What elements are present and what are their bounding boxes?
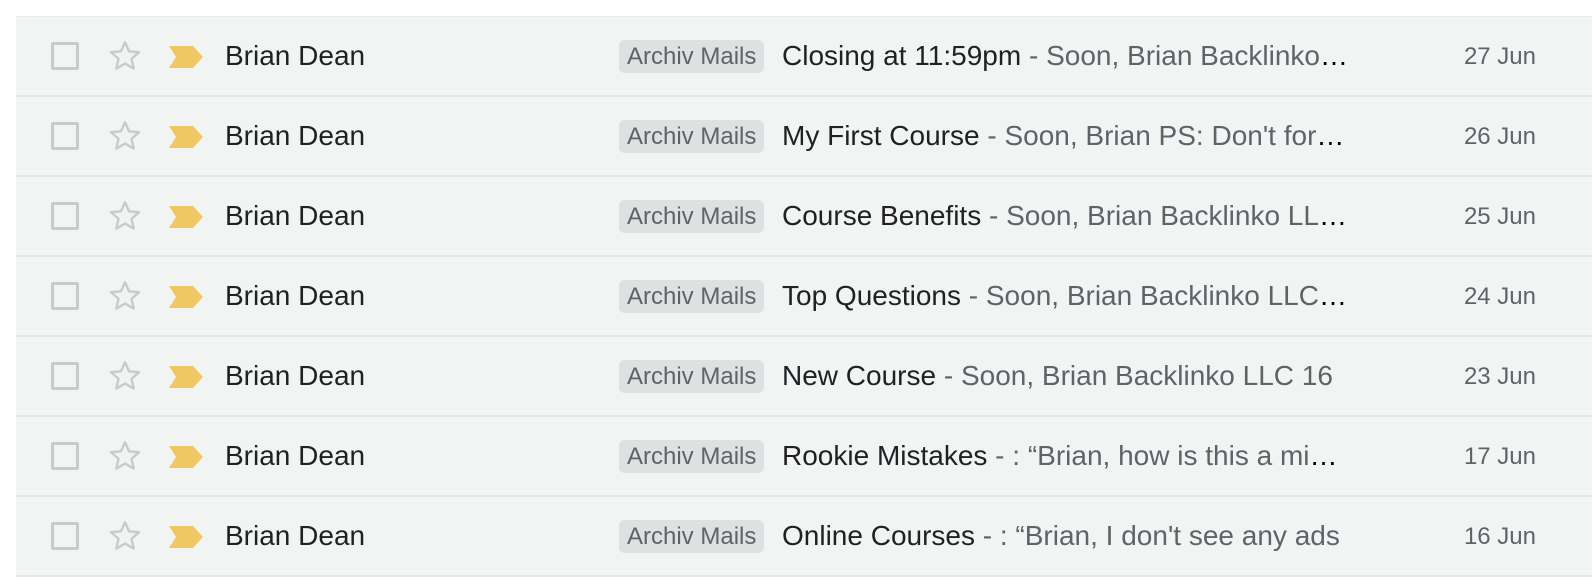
- subject-line: Top Questions - Soon, Brian Backlinko LL…: [782, 280, 1348, 312]
- checkbox-icon[interactable]: [51, 202, 79, 230]
- email-snippet: - Soon, Brian Backlinko LLC 16: [936, 360, 1333, 391]
- sender-name: Brian Dean: [225, 440, 366, 471]
- email-snippet: - Soon, Brian Backlinko LLC 16: [981, 200, 1348, 231]
- email-row[interactable]: Brian Dean Archiv Mails Top Questions - …: [16, 257, 1592, 337]
- email-list: Brian Dean Archiv Mails Closing at 11:59…: [16, 16, 1592, 577]
- email-row[interactable]: Brian Dean Archiv Mails Closing at 11:59…: [16, 17, 1592, 97]
- email-snippet: - Soon, Brian PS: Don't forget: [979, 120, 1348, 151]
- email-subject: Rookie Mistakes: [782, 440, 988, 471]
- email-date: 23 Jun: [1463, 363, 1536, 390]
- email-subject: My First Course: [782, 120, 980, 151]
- email-snippet: - Soon, Brian Backlinko LLC: [1021, 40, 1348, 71]
- star-icon[interactable]: [107, 518, 143, 554]
- label-chip[interactable]: Archiv Mails: [619, 520, 765, 553]
- email-snippet: - : “Brian, how is this a mistake: [987, 440, 1348, 471]
- importance-marker-icon[interactable]: [169, 446, 203, 468]
- star-icon[interactable]: [107, 118, 143, 154]
- email-snippet: - Soon, Brian Backlinko LLC 16: [961, 280, 1348, 311]
- importance-marker-icon[interactable]: [169, 126, 203, 148]
- email-date: 24 Jun: [1463, 283, 1536, 310]
- label-chip[interactable]: Archiv Mails: [619, 440, 765, 473]
- email-subject: New Course: [782, 360, 937, 391]
- star-icon[interactable]: [107, 438, 143, 474]
- email-row[interactable]: Brian Dean Archiv Mails Online Courses -…: [16, 497, 1592, 577]
- checkbox-icon[interactable]: [51, 522, 79, 550]
- label-chip[interactable]: Archiv Mails: [619, 200, 765, 233]
- email-row[interactable]: Brian Dean Archiv Mails Rookie Mistakes …: [16, 417, 1592, 497]
- sender-name: Brian Dean: [225, 200, 366, 231]
- subject-line: My First Course - Soon, Brian PS: Don't …: [782, 120, 1348, 152]
- subject-line: Online Courses - : “Brian, I don't see a…: [782, 520, 1348, 552]
- email-date: 26 Jun: [1463, 123, 1536, 150]
- email-date: 17 Jun: [1463, 443, 1536, 470]
- checkbox-icon[interactable]: [51, 362, 79, 390]
- subject-line: Closing at 11:59pm - Soon, Brian Backlin…: [782, 40, 1348, 72]
- email-subject: Closing at 11:59pm: [782, 40, 1022, 71]
- email-row[interactable]: Brian Dean Archiv Mails New Course - Soo…: [16, 337, 1592, 417]
- checkbox-icon[interactable]: [51, 122, 79, 150]
- email-date: 25 Jun: [1463, 203, 1536, 230]
- sender-name: Brian Dean: [225, 120, 366, 151]
- email-date: 16 Jun: [1463, 523, 1536, 550]
- checkbox-icon[interactable]: [51, 42, 79, 70]
- checkbox-icon[interactable]: [51, 442, 79, 470]
- star-icon[interactable]: [107, 278, 143, 314]
- email-subject: Top Questions: [782, 280, 961, 311]
- label-chip[interactable]: Archiv Mails: [619, 360, 765, 393]
- importance-marker-icon[interactable]: [169, 366, 203, 388]
- email-subject: Online Courses: [782, 520, 975, 551]
- star-icon[interactable]: [107, 198, 143, 234]
- sender-name: Brian Dean: [225, 360, 366, 391]
- sender-name: Brian Dean: [225, 520, 366, 551]
- email-row[interactable]: Brian Dean Archiv Mails My First Course …: [16, 97, 1592, 177]
- sender-name: Brian Dean: [225, 40, 366, 71]
- subject-line: Course Benefits - Soon, Brian Backlinko …: [782, 200, 1348, 232]
- importance-marker-icon[interactable]: [169, 206, 203, 228]
- email-row[interactable]: Brian Dean Archiv Mails Course Benefits …: [16, 177, 1592, 257]
- importance-marker-icon[interactable]: [169, 286, 203, 308]
- checkbox-icon[interactable]: [51, 282, 79, 310]
- sender-name: Brian Dean: [225, 280, 366, 311]
- label-chip[interactable]: Archiv Mails: [619, 120, 765, 153]
- star-icon[interactable]: [107, 358, 143, 394]
- email-snippet: - : “Brian, I don't see any ads: [974, 520, 1340, 551]
- email-subject: Course Benefits: [782, 200, 982, 231]
- subject-line: Rookie Mistakes - : “Brian, how is this …: [782, 440, 1348, 472]
- subject-line: New Course - Soon, Brian Backlinko LLC 1…: [782, 360, 1348, 392]
- importance-marker-icon[interactable]: [169, 526, 203, 548]
- email-date: 27 Jun: [1463, 43, 1536, 70]
- label-chip[interactable]: Archiv Mails: [619, 280, 765, 313]
- star-icon[interactable]: [107, 38, 143, 74]
- importance-marker-icon[interactable]: [169, 46, 203, 68]
- label-chip[interactable]: Archiv Mails: [619, 40, 765, 73]
